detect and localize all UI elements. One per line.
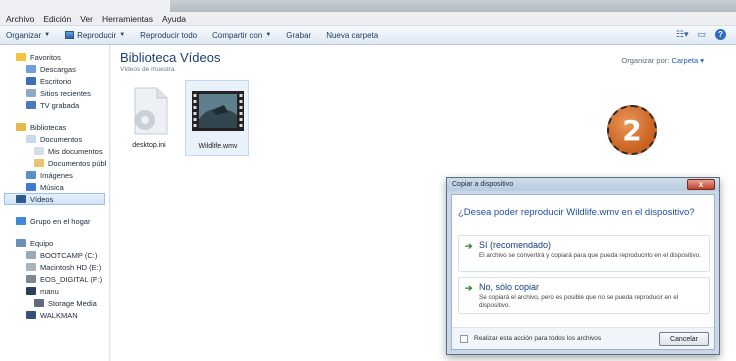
computer-icon [16,239,26,247]
star-icon [16,53,26,61]
file-wildlife-wmv[interactable]: Wildlife.wmv [185,80,249,156]
close-button[interactable]: x [687,179,715,190]
arrange-by: Organizar por: Carpeta ▾ [621,56,704,65]
nav-libraries[interactable]: Bibliotecas [0,121,109,133]
nav-downloads[interactable]: Descargas [0,63,109,75]
copy-to-device-dialog: Copiar a dispositivo x ¿Desea poder repr… [446,177,720,355]
chevron-down-icon: ▼ [119,32,126,38]
recent-places-icon [26,89,36,97]
documents-icon [26,135,36,143]
apply-all-label: Realizar esta acción para todos los arch… [474,335,602,342]
libraries-icon [16,123,26,131]
nav-documents[interactable]: Documentos [0,133,109,145]
share-button[interactable]: Compartir con ▼ [212,31,271,40]
step-number-badge: 2 [607,105,657,155]
videos-icon [16,195,26,203]
nav-manu[interactable]: manu [0,285,109,297]
menu-archivo[interactable]: Archivo [6,14,34,24]
storage-icon [34,299,44,307]
images-icon [26,171,36,179]
play-button[interactable]: Reproducir ▼ [65,31,125,40]
device-icon [26,287,36,295]
nav-desktop[interactable]: Escritorio [0,75,109,87]
green-arrow-icon: ➔ [465,241,473,251]
view-options-icon[interactable]: ☷▾ [676,29,689,40]
option-title: No, sólo copiar [479,282,540,292]
library-title: Biblioteca Vídeos [120,50,221,65]
dialog-titlebar: Copiar a dispositivo x [447,178,719,191]
help-icon[interactable]: ? [715,29,726,40]
library-subtitle: Vídeos de muestra [120,66,175,73]
nav-drive-e[interactable]: Macintosh HD (E:) [0,261,109,273]
nav-homegroup[interactable]: Grupo en el hogar [0,215,109,227]
option-description: El archivo se convertirá y copiará para … [479,252,701,259]
arrange-by-dropdown[interactable]: Carpeta ▾ [671,56,704,65]
organize-button[interactable]: Organizar ▼ [6,31,50,40]
chevron-down-icon: ▼ [265,32,272,38]
file-name: desktop.ini [132,142,166,149]
tv-icon [26,101,36,109]
dialog-question: ¿Desea poder reproducir Wildlife.wmv en … [458,207,695,218]
top-strip [0,0,736,12]
document-folder-icon [34,147,44,155]
desktop-icon [26,77,36,85]
burn-button[interactable]: Grabar [286,31,311,40]
option-description: Se copiará el archivo, pero es posible q… [479,294,679,309]
nav-recent[interactable]: Sitios recientes [0,87,109,99]
view-controls: ☷▾ ▭ ? [667,29,726,40]
nav-computer[interactable]: Equipo [0,237,109,249]
option-convert-yes[interactable]: ➔ Sí (recomendado) El archivo se convert… [458,235,710,272]
preview-pane-icon[interactable]: ▭ [697,29,706,40]
nav-favorites[interactable]: Favoritos [0,51,109,63]
explorer-window: Archivo Edición Ver Herramientas Ayuda O… [0,0,736,361]
menu-ayuda[interactable]: Ayuda [162,14,186,24]
menu-ver[interactable]: Ver [80,14,93,24]
nav-music[interactable]: Música [0,181,109,193]
nav-public-documents[interactable]: Documentos públ [0,157,109,169]
nav-videos[interactable]: Vídeos [4,193,105,205]
dialog-title: Copiar a dispositivo [452,181,514,188]
nav-drive-f[interactable]: EOS_DIGITAL (F:) [0,273,109,285]
option-copy-only[interactable]: ➔ No, sólo copiar Se copiará el archivo,… [458,277,710,314]
new-folder-button[interactable]: Nueva carpeta [326,31,378,40]
cancel-button[interactable]: Cancelar [659,332,709,346]
play-all-button[interactable]: Reproducir todo [140,31,197,40]
navigation-pane: Favoritos Descargas Escritorio Sitios re… [0,45,110,361]
menu-bar: Archivo Edición Ver Herramientas Ayuda [0,12,736,26]
nav-drive-c[interactable]: BOOTCAMP (C:) [0,249,109,261]
command-bar: Organizar ▼ Reproducir ▼ Reproducir todo C… [0,26,736,45]
nav-storage[interactable]: Storage Media [0,297,109,309]
homegroup-icon [16,217,26,225]
chevron-down-icon: ▼ [44,32,51,38]
nav-walkman[interactable]: WALKMAN [0,309,109,321]
downloads-icon [26,65,36,73]
nav-images[interactable]: Imágenes [0,169,109,181]
drive-icon [26,263,36,271]
menu-edicion[interactable]: Edición [43,14,71,24]
nav-tv[interactable]: TV grabada [0,99,109,111]
settings-file-icon [134,87,168,135]
file-name: Wildlife.wmv [198,143,238,150]
menu-herramientas[interactable]: Herramientas [102,14,153,24]
green-arrow-icon: ➔ [465,283,473,293]
removable-drive-icon [26,275,36,283]
folder-icon [34,159,44,167]
dialog-footer: Realizar esta acción para todos los arch… [452,327,714,349]
nav-my-documents[interactable]: Mis documentos [0,145,109,157]
apply-all-checkbox[interactable] [460,335,468,343]
walkman-icon [26,311,36,319]
file-desktop-ini[interactable]: desktop.ini [117,80,181,156]
video-file-thumbnail [192,91,244,131]
drive-icon [26,251,36,259]
play-icon [65,31,75,39]
option-title: Sí (recomendado) [479,240,552,250]
music-icon [26,183,36,191]
dialog-body: ¿Desea poder reproducir Wildlife.wmv en … [451,194,715,350]
